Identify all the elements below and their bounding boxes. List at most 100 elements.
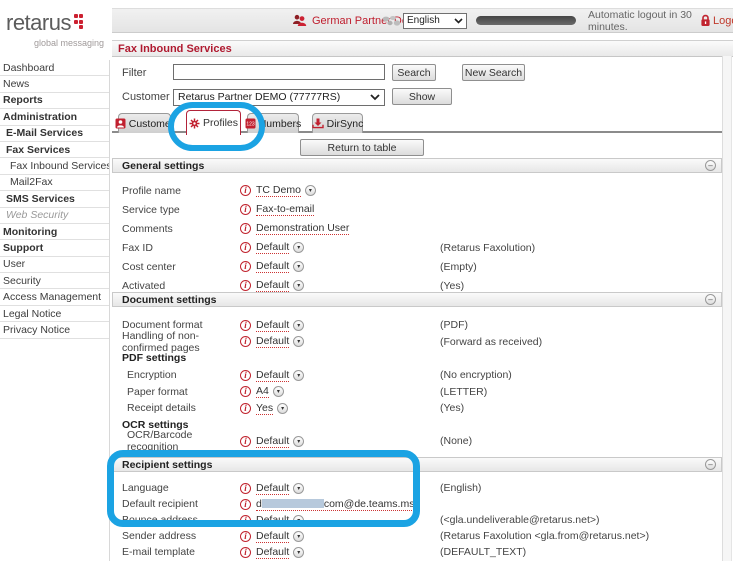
info-icon[interactable]: i (240, 261, 251, 272)
dropdown-icon[interactable]: ▾ (277, 403, 288, 414)
settings-subheader: PDF settings (112, 350, 722, 367)
dropdown-icon[interactable]: ▾ (293, 280, 304, 291)
sidebar-item-security[interactable]: Security (0, 273, 109, 289)
setting-value-link[interactable]: A4 (256, 385, 269, 398)
sidebar-item-legal-notice[interactable]: Legal Notice (0, 306, 109, 322)
setting-value: dcom@de.teams.ms (256, 498, 440, 511)
setting-value-link[interactable]: dcom@de.teams.ms (256, 498, 414, 511)
setting-value-link[interactable]: Default (256, 319, 289, 332)
tab-numbers[interactable]: 123Numbers (247, 113, 299, 133)
sidebar-item-administration[interactable]: Administration (0, 109, 109, 125)
tab-customer[interactable]: Customer (118, 113, 171, 133)
setting-value-link[interactable]: Default (256, 369, 289, 382)
top-header-bar: German Partner Demo English Automatic lo… (112, 8, 733, 33)
setting-value-link[interactable]: Default (256, 241, 289, 254)
dirsync-tab-icon (312, 118, 324, 129)
sidebar-item-reports[interactable]: Reports (0, 93, 109, 109)
setting-value-link[interactable]: Default (256, 530, 289, 543)
dropdown-icon[interactable]: ▾ (293, 320, 304, 331)
info-icon[interactable]: i (240, 336, 251, 347)
setting-value-link[interactable]: Default (256, 279, 289, 292)
dropdown-icon[interactable]: ▾ (293, 242, 304, 253)
setting-value-link[interactable]: Demonstration User (256, 222, 349, 235)
setting-note: (Retarus Faxolution <gla.from@retarus.ne… (440, 530, 649, 542)
search-button[interactable]: Search (392, 64, 436, 81)
new-search-button[interactable]: New Search (462, 64, 525, 81)
sidebar-item-fax-services[interactable]: Fax Services (0, 142, 109, 158)
dropdown-icon[interactable]: ▾ (293, 531, 304, 542)
collapse-icon[interactable]: – (705, 459, 716, 470)
info-icon[interactable]: i (240, 223, 251, 234)
setting-label: Sender address (122, 530, 240, 542)
info-icon[interactable]: i (240, 499, 251, 510)
setting-value-link[interactable]: Yes (256, 402, 273, 415)
info-icon[interactable]: i (240, 320, 251, 331)
setting-value-link[interactable]: Default (256, 482, 289, 495)
collapse-icon[interactable]: – (705, 160, 716, 171)
info-icon[interactable]: i (240, 547, 251, 558)
lock-icon (700, 9, 711, 32)
sidebar-item-user[interactable]: User (0, 257, 109, 273)
sidebar-item-sms-services[interactable]: SMS Services (0, 191, 109, 207)
section-rows: Document formatiDefault▾(PDF)Handling of… (112, 307, 722, 450)
logout-button[interactable]: Logout (713, 9, 733, 32)
setting-value-link[interactable]: Default (256, 435, 289, 448)
setting-label: Receipt details (122, 402, 240, 414)
info-icon[interactable]: i (240, 386, 251, 397)
setting-value-link[interactable]: Default (256, 514, 289, 527)
setting-label: Default recipient (122, 498, 240, 510)
sidebar-item-fax-inbound-services[interactable]: Fax Inbound Services (0, 158, 109, 174)
info-icon[interactable]: i (240, 403, 251, 414)
dropdown-icon[interactable]: ▾ (293, 436, 304, 447)
info-icon[interactable]: i (240, 185, 251, 196)
dropdown-icon[interactable]: ▾ (305, 185, 316, 196)
dropdown-icon[interactable]: ▾ (273, 386, 284, 397)
setting-value-link[interactable]: Default (256, 335, 289, 348)
info-icon[interactable]: i (240, 483, 251, 494)
dropdown-icon[interactable]: ▾ (293, 261, 304, 272)
dropdown-icon[interactable]: ▾ (293, 336, 304, 347)
sidebar-item-privacy-notice[interactable]: Privacy Notice (0, 322, 109, 338)
setting-value-link[interactable]: Default (256, 260, 289, 273)
show-button[interactable]: Show (392, 88, 452, 105)
filter-input[interactable] (173, 64, 385, 80)
return-to-table-button[interactable]: Return to table (300, 139, 424, 156)
setting-value-link[interactable]: TC Demo (256, 184, 301, 197)
sidebar-item-mail2fax[interactable]: Mail2Fax (0, 175, 109, 191)
collapse-icon[interactable]: – (705, 294, 716, 305)
info-icon[interactable]: i (240, 204, 251, 215)
info-icon[interactable]: i (240, 280, 251, 291)
tab-profiles[interactable]: Profiles (186, 110, 241, 135)
setting-value: Default ▾ (256, 514, 440, 527)
setting-value: Demonstration User (256, 222, 440, 235)
setting-label: Encryption (122, 369, 240, 381)
sidebar-item-access-management[interactable]: Access Management (0, 289, 109, 305)
filter-row: Filter Search New Search (112, 64, 722, 82)
scrollbar-track[interactable] (722, 56, 732, 561)
dropdown-icon[interactable]: ▾ (293, 515, 304, 526)
info-icon[interactable]: i (240, 531, 251, 542)
setting-value: Default ▾ (256, 546, 440, 559)
sidebar-item-e-mail-services[interactable]: E-Mail Services (0, 126, 109, 142)
sidebar-item-news[interactable]: News (0, 76, 109, 92)
customer-select[interactable]: Retarus Partner DEMO (77777RS) (173, 89, 385, 106)
info-icon[interactable]: i (240, 436, 251, 447)
sidebar-item-web-security[interactable]: Web Security (0, 208, 109, 224)
setting-value-link[interactable]: Fax-to-email (256, 203, 314, 216)
setting-value: Default ▾ (256, 369, 440, 382)
dropdown-icon[interactable]: ▾ (293, 483, 304, 494)
info-icon[interactable]: i (240, 242, 251, 253)
chevron-down-icon (370, 94, 380, 101)
dropdown-icon[interactable]: ▾ (293, 547, 304, 558)
tab-dirsync[interactable]: DirSync (312, 113, 363, 133)
setting-label: E-mail template (122, 546, 240, 558)
dropdown-icon[interactable]: ▾ (293, 370, 304, 381)
sidebar-item-dashboard[interactable]: Dashboard (0, 60, 109, 76)
info-icon[interactable]: i (240, 515, 251, 526)
sidebar-item-monitoring[interactable]: Monitoring (0, 224, 109, 240)
info-icon[interactable]: i (240, 370, 251, 381)
setting-value-link[interactable]: Default (256, 546, 289, 559)
setting-row: Fax IDiDefault▾(Retarus Faxolution) (112, 238, 722, 257)
sidebar-item-support[interactable]: Support (0, 240, 109, 256)
language-select[interactable]: English (403, 9, 467, 32)
